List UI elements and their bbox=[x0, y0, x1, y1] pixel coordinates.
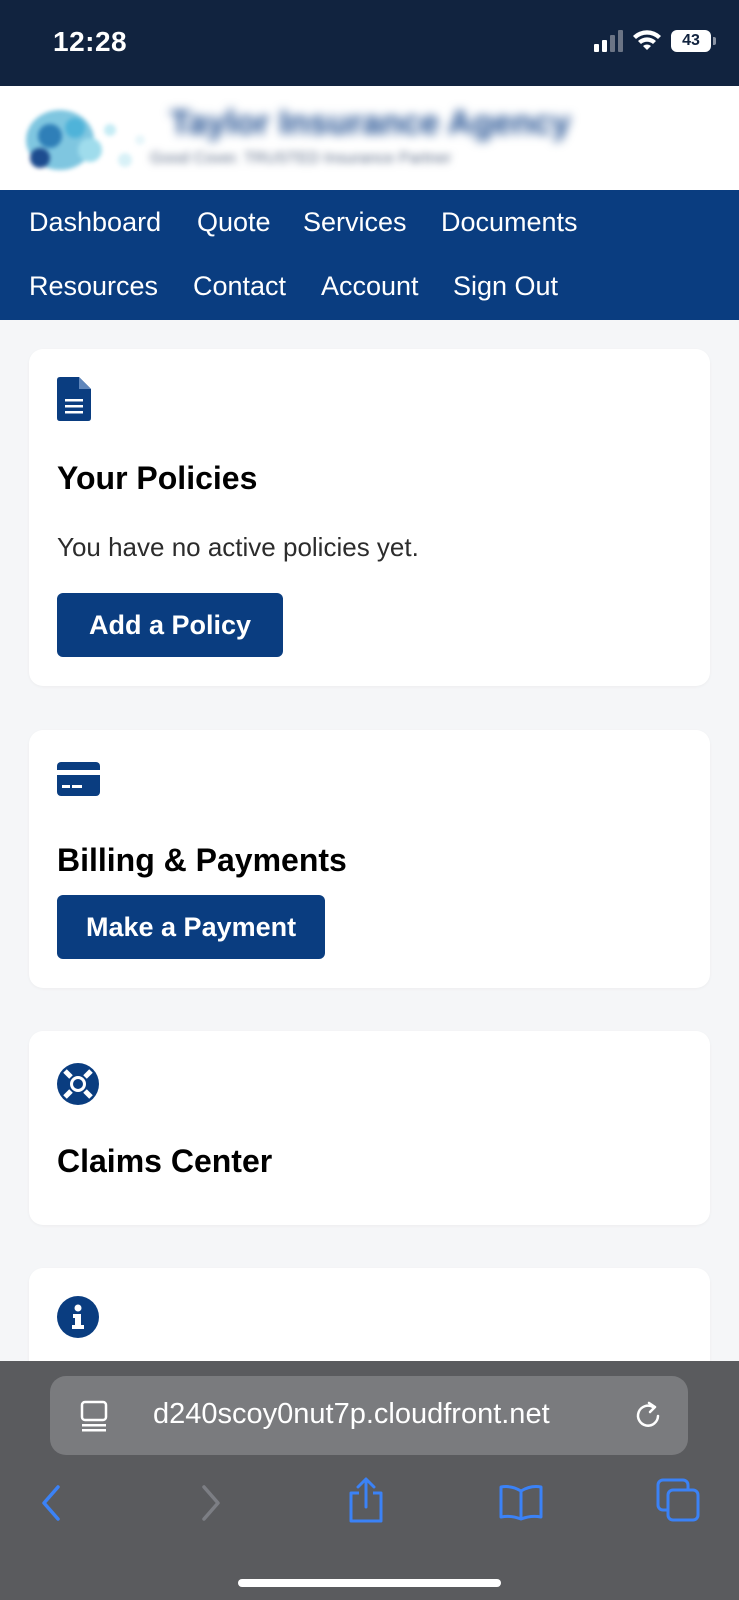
nav-account[interactable]: Account bbox=[321, 271, 419, 302]
credit-card-icon bbox=[57, 762, 100, 796]
site-header: Taylor Insurance Agency Good Cover. TRUS… bbox=[0, 86, 739, 190]
bookmarks-icon[interactable] bbox=[498, 1483, 544, 1521]
tabs-icon[interactable] bbox=[656, 1478, 700, 1522]
policies-card: Your Policies You have no active policie… bbox=[29, 349, 710, 686]
nav-sign-out[interactable]: Sign Out bbox=[453, 271, 558, 302]
back-icon[interactable] bbox=[38, 1483, 64, 1523]
status-time: 12:28 bbox=[53, 26, 128, 57]
make-payment-button[interactable]: Make a Payment bbox=[57, 895, 326, 959]
forward-icon[interactable] bbox=[198, 1483, 224, 1523]
status-bar: 12:28 43 bbox=[0, 0, 739, 86]
policies-empty-text: You have no active policies yet. bbox=[57, 532, 419, 562]
nav-resources[interactable]: Resources bbox=[29, 271, 158, 302]
claims-title: Claims Center bbox=[57, 1143, 273, 1179]
main-nav: Dashboard Quote Services Documents Resou… bbox=[0, 190, 739, 320]
status-indicators: 43 bbox=[594, 30, 716, 52]
add-policy-button[interactable]: Add a Policy bbox=[57, 593, 284, 657]
logo bbox=[26, 110, 145, 170]
brand-name: Taylor Insurance Agency bbox=[170, 104, 571, 142]
browser-toolbar: d240scoy0nut7p.cloudfront.net bbox=[0, 1361, 739, 1600]
url-text: d240scoy0nut7p.cloudfront.net bbox=[153, 1398, 550, 1430]
share-icon[interactable] bbox=[347, 1477, 385, 1523]
document-icon bbox=[57, 377, 91, 421]
billing-title: Billing & Payments bbox=[57, 842, 347, 878]
info-icon bbox=[57, 1296, 99, 1338]
lifebuoy-icon bbox=[57, 1063, 99, 1105]
nav-services[interactable]: Services bbox=[303, 207, 407, 238]
nav-dashboard[interactable]: Dashboard bbox=[29, 207, 161, 238]
billing-card: Billing & Payments Make a Payment bbox=[29, 730, 710, 988]
battery-icon: 43 bbox=[671, 30, 716, 52]
nav-quote[interactable]: Quote bbox=[197, 207, 271, 238]
nav-documents[interactable]: Documents bbox=[441, 207, 578, 238]
policies-title: Your Policies bbox=[57, 460, 258, 496]
claims-card: Claims Center bbox=[29, 1031, 710, 1225]
cellular-signal-icon bbox=[594, 30, 623, 52]
brand-tagline: Good Cover. TRUSTED Insurance Partner bbox=[150, 150, 452, 167]
wifi-icon bbox=[633, 30, 661, 50]
page-menu-icon[interactable] bbox=[80, 1400, 108, 1432]
reload-icon[interactable] bbox=[634, 1401, 664, 1431]
address-bar[interactable]: d240scoy0nut7p.cloudfront.net bbox=[50, 1376, 688, 1455]
nav-contact[interactable]: Contact bbox=[193, 271, 286, 302]
home-indicator[interactable] bbox=[238, 1579, 501, 1587]
